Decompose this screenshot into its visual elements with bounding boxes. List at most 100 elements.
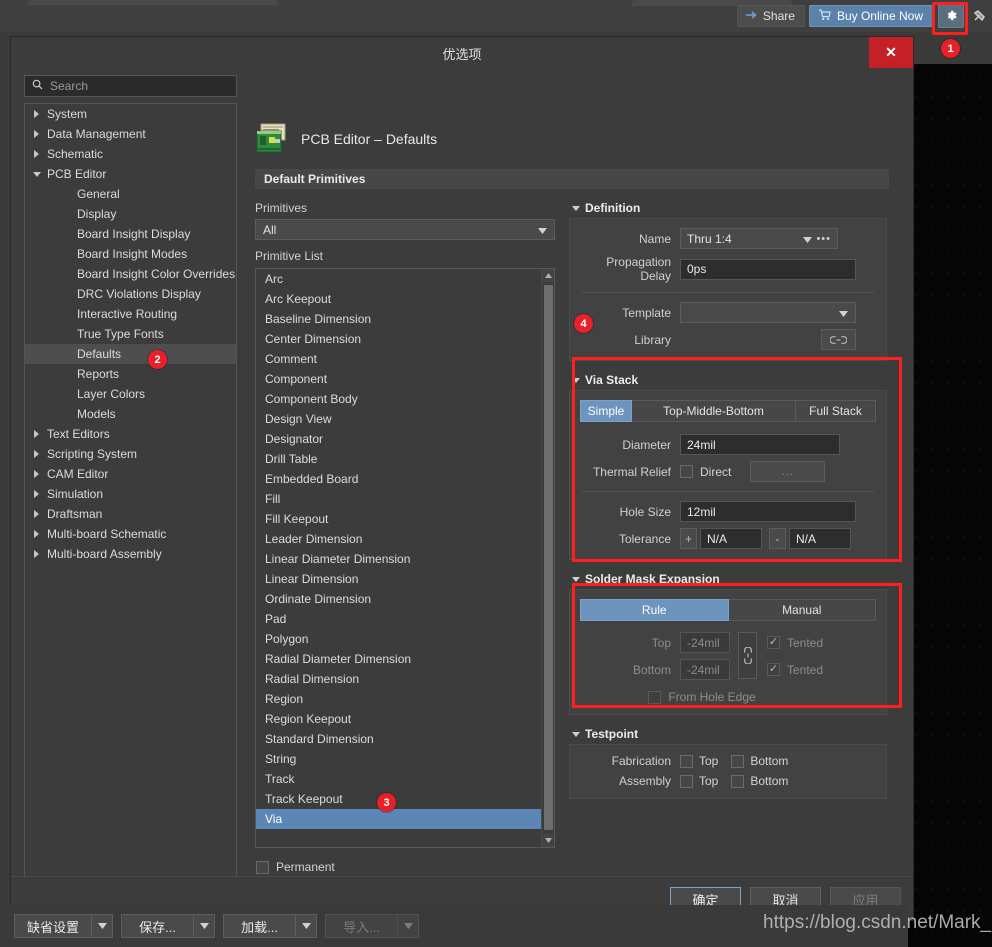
list-item[interactable]: Component Body — [256, 389, 541, 409]
list-item[interactable]: Ordinate Dimension — [256, 589, 541, 609]
sidebar-item-draftsman[interactable]: Draftsman — [25, 504, 236, 524]
list-item[interactable]: Linear Diameter Dimension — [256, 549, 541, 569]
tented-top-row[interactable]: ✓ Tented — [767, 632, 823, 653]
list-item[interactable]: Leader Dimension — [256, 529, 541, 549]
list-item[interactable]: Via — [256, 809, 541, 829]
footer-button-label[interactable]: 导入... — [325, 914, 398, 938]
solder-mask-mode-tabs[interactable]: Rule Manual — [580, 599, 876, 621]
primitives-select[interactable]: All — [255, 219, 555, 240]
diameter-input[interactable]: 24mil — [680, 434, 840, 455]
ellipsis-icon[interactable]: ••• — [816, 233, 831, 245]
tented-bottom-row[interactable]: ✓ Tented — [767, 659, 823, 680]
via-stack-group-header[interactable]: Via Stack — [569, 373, 887, 387]
mask-bottom-input[interactable]: -24mil — [680, 659, 730, 680]
permanent-row[interactable]: Permanent — [256, 860, 555, 874]
tented-bottom-checkbox[interactable]: ✓ — [767, 663, 780, 676]
sidebar-item-cam-editor[interactable]: CAM Editor — [25, 464, 236, 484]
template-select[interactable] — [680, 302, 856, 323]
hole-size-input[interactable]: 12mil — [680, 501, 856, 522]
fabrication-top-checkbox[interactable] — [680, 754, 693, 768]
footer-button-label[interactable]: 加载... — [223, 914, 296, 938]
sidebar-item-display[interactable]: Display — [25, 204, 236, 224]
propagation-delay-input[interactable]: 0ps — [680, 258, 856, 280]
via-stack-mode-tabs[interactable]: Simple Top-Middle-Bottom Full Stack — [580, 400, 876, 422]
direct-checkbox[interactable] — [680, 465, 693, 478]
list-item[interactable]: Fill — [256, 489, 541, 509]
tab-simple[interactable]: Simple — [580, 400, 632, 422]
list-item[interactable]: Arc Keepout — [256, 289, 541, 309]
tab-rule[interactable]: Rule — [580, 599, 729, 621]
sidebar-item-system[interactable]: System — [25, 104, 236, 124]
plug-icon[interactable] — [968, 4, 992, 28]
list-item[interactable]: Track Keepout — [256, 789, 541, 809]
list-item[interactable]: Standard Dimension — [256, 729, 541, 749]
name-select[interactable]: Thru 1:4 ••• — [680, 228, 838, 249]
sidebar-item-scripting-system[interactable]: Scripting System — [25, 444, 236, 464]
chevron-down-icon[interactable] — [397, 914, 420, 938]
list-item[interactable]: Baseline Dimension — [256, 309, 541, 329]
sidebar-item-board-insight-color-overrides[interactable]: Board Insight Color Overrides — [25, 264, 236, 284]
chevron-down-icon[interactable] — [193, 914, 216, 938]
sidebar-item-reports[interactable]: Reports — [25, 364, 236, 384]
list-item[interactable]: Drill Table — [256, 449, 541, 469]
chevron-down-icon[interactable] — [295, 914, 318, 938]
list-item[interactable]: Region — [256, 689, 541, 709]
tolerance-plus-input[interactable]: N/A — [700, 528, 762, 549]
sidebar-item-layer-colors[interactable]: Layer Colors — [25, 384, 236, 404]
sidebar-item-models[interactable]: Models — [25, 404, 236, 424]
close-icon[interactable]: ✕ — [869, 37, 913, 68]
list-item[interactable]: Polygon — [256, 629, 541, 649]
sidebar-item-multi-board-schematic[interactable]: Multi-board Schematic — [25, 524, 236, 544]
pcb-canvas[interactable] — [908, 64, 992, 947]
assembly-top-checkbox[interactable] — [680, 774, 693, 788]
buy-online-button[interactable]: Buy Online Now — [808, 5, 934, 27]
thermal-relief-more-button[interactable]: ... — [750, 461, 826, 482]
sidebar-item-multi-board-assembly[interactable]: Multi-board Assembly — [25, 544, 236, 564]
chevron-down-icon[interactable] — [91, 914, 114, 938]
assembly-bottom-checkbox[interactable] — [731, 774, 745, 788]
document-tab-strip[interactable] — [28, 0, 278, 5]
footer-button-label[interactable]: 缺省设置 — [14, 914, 92, 938]
tab-full-stack[interactable]: Full Stack — [796, 400, 876, 422]
list-item[interactable]: Radial Diameter Dimension — [256, 649, 541, 669]
primitive-list-scrollbar[interactable] — [541, 269, 554, 847]
sidebar-item-board-insight-modes[interactable]: Board Insight Modes — [25, 244, 236, 264]
footer-split-button[interactable]: 保存... — [121, 914, 216, 938]
sidebar-item-general[interactable]: General — [25, 184, 236, 204]
definition-group-header[interactable]: Definition — [569, 201, 887, 215]
sidebar-item-defaults[interactable]: Defaults — [25, 344, 236, 364]
sidebar-item-interactive-routing[interactable]: Interactive Routing — [25, 304, 236, 324]
sidebar-item-schematic[interactable]: Schematic — [25, 144, 236, 164]
chevron-right-icon[interactable] — [33, 450, 47, 458]
chevron-down-icon[interactable] — [33, 171, 47, 178]
chevron-right-icon[interactable] — [33, 490, 47, 498]
footer-split-button[interactable]: 缺省设置 — [14, 914, 114, 938]
primitive-list[interactable]: Arc Arc Keepout Baseline Dimension Center D… — [255, 268, 555, 848]
sidebar-item-drc-violations-display[interactable]: DRC Violations Display — [25, 284, 236, 304]
fabrication-bottom-checkbox[interactable] — [731, 754, 745, 768]
sidebar-item-true-type-fonts[interactable]: True Type Fonts — [25, 324, 236, 344]
chevron-right-icon[interactable] — [33, 130, 47, 138]
share-button[interactable]: Share — [736, 5, 805, 27]
mask-top-input[interactable]: -24mil — [680, 632, 730, 653]
scrollbar-thumb[interactable] — [544, 285, 553, 830]
list-item[interactable]: Fill Keepout — [256, 509, 541, 529]
scroll-up-icon[interactable] — [542, 269, 554, 282]
chevron-right-icon[interactable] — [33, 530, 47, 538]
tab-top-middle-bottom[interactable]: Top-Middle-Bottom — [632, 400, 796, 422]
tolerance-minus-input[interactable]: N/A — [789, 528, 851, 549]
list-item[interactable]: Center Dimension — [256, 329, 541, 349]
from-hole-edge-row[interactable]: From Hole Edge — [580, 690, 876, 704]
list-item[interactable]: Pad — [256, 609, 541, 629]
sidebar-item-board-insight-display[interactable]: Board Insight Display — [25, 224, 236, 244]
sidebar-item-data-management[interactable]: Data Management — [25, 124, 236, 144]
list-item[interactable]: Component — [256, 369, 541, 389]
list-item[interactable]: Embedded Board — [256, 469, 541, 489]
chevron-right-icon[interactable] — [33, 550, 47, 558]
sidebar-item-simulation[interactable]: Simulation — [25, 484, 236, 504]
chevron-right-icon[interactable] — [33, 470, 47, 478]
list-item[interactable]: Track — [256, 769, 541, 789]
footer-split-button[interactable]: 加载... — [223, 914, 318, 938]
sidebar-item-pcb-editor[interactable]: PCB Editor — [25, 164, 236, 184]
tab-manual[interactable]: Manual — [728, 599, 876, 621]
